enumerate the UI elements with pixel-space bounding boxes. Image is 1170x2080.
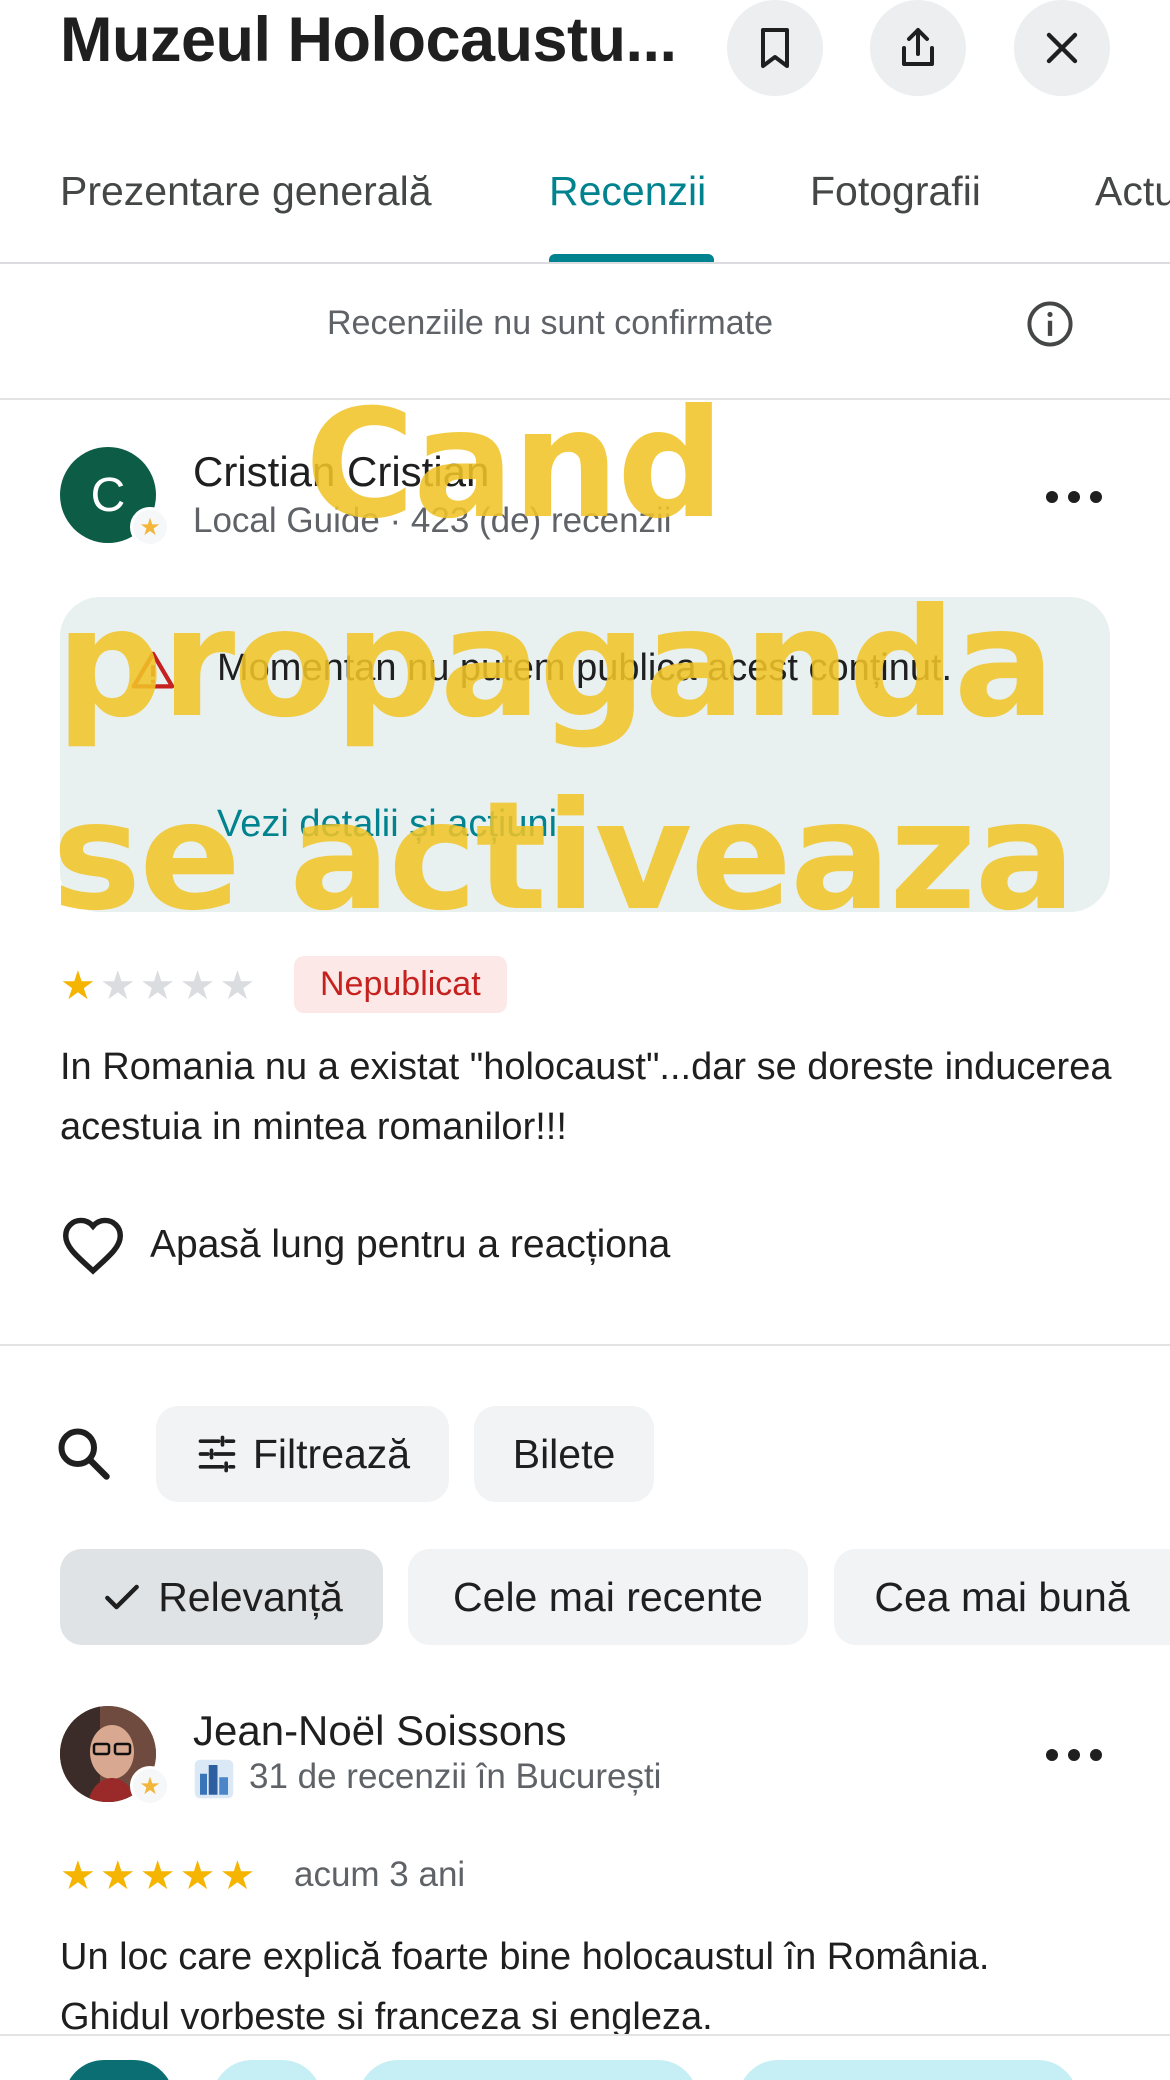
sort-best-chip[interactable]: Cea mai bună [834, 1549, 1170, 1645]
info-icon[interactable] [1024, 298, 1076, 350]
more-options-button[interactable] [1046, 487, 1102, 507]
star-icon: ★ [60, 1854, 96, 1898]
place-title: Muzeul Holocaustu... [60, 5, 677, 75]
close-icon [1046, 32, 1078, 64]
reviewer-name[interactable]: Jean-Noël Soissons [193, 1707, 567, 1755]
notice-text: Recenziile nu sunt confirmate [326, 304, 773, 342]
filter-label: Filtrează [252, 1430, 411, 1477]
reviewer-subtitle: 31 de recenzii în București [193, 1757, 661, 1800]
sort-newest-chip[interactable]: Cele mai recente [408, 1549, 808, 1645]
tab-bar: Prezentare generală Recenzii Fotografii … [0, 140, 1170, 264]
search-icon[interactable] [54, 1424, 114, 1484]
review-text: In Romania nu a existat "holocaust"...da… [60, 1046, 1112, 1148]
react-label: Apasă lung pentru a reacționa [150, 1223, 671, 1266]
star-icon: ★ [179, 964, 216, 1008]
reviewer-subtitle-text: 31 de recenzii în București [249, 1757, 662, 1796]
tab-reviews[interactable]: Recenzii [549, 168, 706, 215]
local-guide-star-icon: ★ [130, 1766, 170, 1806]
sort-label: Relevanță [158, 1573, 343, 1620]
tab-updates[interactable]: Actu [1095, 168, 1170, 215]
sort-label: Cea mai bună [874, 1573, 1130, 1620]
active-tab-indicator [549, 254, 714, 262]
bookmark-icon [761, 28, 789, 68]
heart-icon [62, 1217, 124, 1275]
share-button[interactable] [870, 0, 966, 96]
tickets-label: Bilete [512, 1430, 616, 1477]
react-button[interactable]: Apasă lung pentru a reacționa [60, 1215, 670, 1275]
header: Muzeul Holocaustu... [0, 0, 1170, 100]
star-rating: ★ ★ ★ ★ ★ [60, 966, 255, 1006]
sort-label: Cele mai recente [453, 1573, 763, 1620]
filter-button[interactable]: Filtrează [156, 1406, 449, 1502]
bottom-chip[interactable] [738, 2060, 1078, 2080]
tickets-chip[interactable]: Bilete [474, 1406, 654, 1502]
star-icon: ★ [219, 1854, 256, 1898]
bottom-chip[interactable] [358, 2060, 698, 2080]
share-icon [902, 28, 934, 66]
overlay-caption-line: Cand [305, 378, 724, 552]
sort-relevance-chip[interactable]: Relevanță [60, 1549, 383, 1645]
star-icon: ★ [219, 964, 256, 1008]
tab-overview[interactable]: Prezentare generală [60, 168, 432, 215]
local-guide-star-icon: ★ [130, 507, 170, 547]
save-button[interactable] [727, 0, 823, 96]
more-options-button[interactable] [1046, 1745, 1102, 1765]
divider [0, 1344, 1170, 1346]
close-button[interactable] [1014, 0, 1110, 96]
star-icon: ★ [139, 964, 176, 1008]
star-rating: ★ ★ ★ ★ ★ [60, 1856, 255, 1896]
star-icon: ★ [179, 1854, 216, 1898]
tune-icon [198, 1435, 236, 1473]
review-time: acum 3 ani [294, 1855, 466, 1894]
star-icon: ★ [99, 1854, 136, 1898]
status-badge: Nepublicat [294, 956, 507, 1013]
review-text: Un loc care explică foarte bine holocaus… [60, 1936, 990, 2038]
star-icon: ★ [99, 964, 136, 1008]
overlay-caption-line: se activeaza [52, 770, 1076, 944]
checkmark-icon [105, 1584, 140, 1610]
city-icon [194, 1759, 234, 1798]
star-icon: ★ [60, 964, 96, 1008]
tab-photos[interactable]: Fotografii [810, 168, 981, 215]
overlay-caption-line: propaganda [56, 577, 1055, 751]
star-icon: ★ [139, 1854, 176, 1898]
